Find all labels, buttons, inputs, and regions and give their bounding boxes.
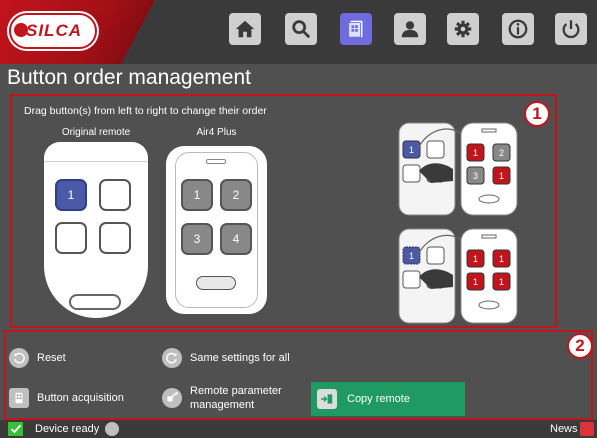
illus-top-right-button-2: 2	[499, 148, 504, 158]
info-button[interactable]	[502, 13, 534, 45]
original-button-4[interactable]	[99, 222, 131, 254]
illus-top-right-button-1: 1	[473, 148, 478, 158]
air4-plus-remote: 1 2 3 4	[166, 146, 267, 314]
settings-button[interactable]	[447, 13, 479, 45]
section-badge-1: 1	[524, 101, 550, 127]
remote-acquire-icon	[9, 388, 29, 408]
copy-remote-button[interactable]: Copy remote	[311, 382, 465, 416]
top-bar: SILCA	[0, 0, 597, 64]
button-acquisition-button[interactable]: Button acquisition	[9, 388, 124, 408]
search-icon	[292, 20, 311, 39]
copy-remote-label: Copy remote	[347, 393, 410, 405]
power-button[interactable]	[555, 13, 587, 45]
reset-button[interactable]: Reset	[9, 348, 66, 368]
device-status-text: Device ready	[35, 423, 100, 435]
remote-parameter-label-line1: Remote parameter	[190, 385, 282, 397]
illus-top-left-button: 1	[409, 145, 414, 155]
illus-top-right-button-3: 3	[473, 171, 478, 181]
power-icon	[562, 20, 580, 39]
page-title: Button order management	[7, 66, 251, 89]
status-bar: Device ready News	[0, 420, 597, 438]
reset-label: Reset	[37, 352, 66, 364]
remote-head	[44, 142, 148, 162]
gear-icon	[454, 20, 472, 38]
button-acquisition-label: Button acquisition	[37, 392, 124, 404]
news-label: News	[550, 423, 578, 435]
same-settings-icon	[162, 348, 182, 368]
drag-instruction-illustration: 1 1 2 3 1 1 1 1 1 1	[398, 122, 518, 324]
home-button[interactable]	[229, 13, 261, 45]
news-icon[interactable]	[580, 422, 594, 436]
sync-icon[interactable]	[105, 422, 119, 436]
illus-bottom-right-button-4: 1	[499, 277, 504, 287]
original-button-2[interactable]	[99, 179, 131, 211]
air-button-2[interactable]: 2	[220, 179, 252, 211]
reset-icon	[9, 348, 29, 368]
original-button-3[interactable]	[55, 222, 87, 254]
same-settings-label: Same settings for all	[190, 352, 290, 364]
illus-top-right-button-4: 1	[499, 171, 504, 181]
illus-bottom-right-button-2: 1	[499, 254, 504, 264]
air-button-1[interactable]: 1	[181, 179, 213, 211]
original-button-1[interactable]: 1	[55, 179, 87, 211]
section-badge-2: 2	[567, 333, 593, 359]
remote-list-button[interactable]	[340, 13, 372, 45]
info-icon	[508, 19, 528, 39]
original-remote: 1	[44, 142, 148, 318]
air-remote-label: Air4 Plus	[196, 127, 237, 138]
user-icon	[401, 21, 419, 38]
instruction-text: Drag button(s) from left to right to cha…	[24, 105, 267, 117]
remote-slot	[69, 294, 121, 310]
illus-bottom-right-button-1: 1	[473, 254, 478, 264]
search-button[interactable]	[285, 13, 317, 45]
illus-bottom-left-button: 1	[409, 251, 414, 261]
original-remote-label: Original remote	[61, 127, 131, 138]
copy-remote-icon	[317, 389, 337, 409]
remote-parameter-button[interactable]: Remote parameter management	[162, 384, 282, 412]
remote-parameter-icon	[162, 388, 182, 408]
checkmark-icon	[8, 422, 23, 436]
illus-bottom-right-button-3: 1	[473, 277, 478, 287]
silca-key-logo-icon	[196, 276, 236, 290]
air-button-3[interactable]: 3	[181, 223, 213, 255]
same-settings-button[interactable]: Same settings for all	[162, 348, 290, 368]
home-icon	[235, 20, 255, 38]
air-button-4[interactable]: 4	[220, 223, 252, 255]
led-slit	[206, 159, 226, 164]
remote-list-icon	[348, 20, 363, 38]
user-button[interactable]	[394, 13, 426, 45]
logo-text: SILCA	[26, 21, 82, 40]
remote-parameter-label-line2: management	[190, 399, 255, 411]
